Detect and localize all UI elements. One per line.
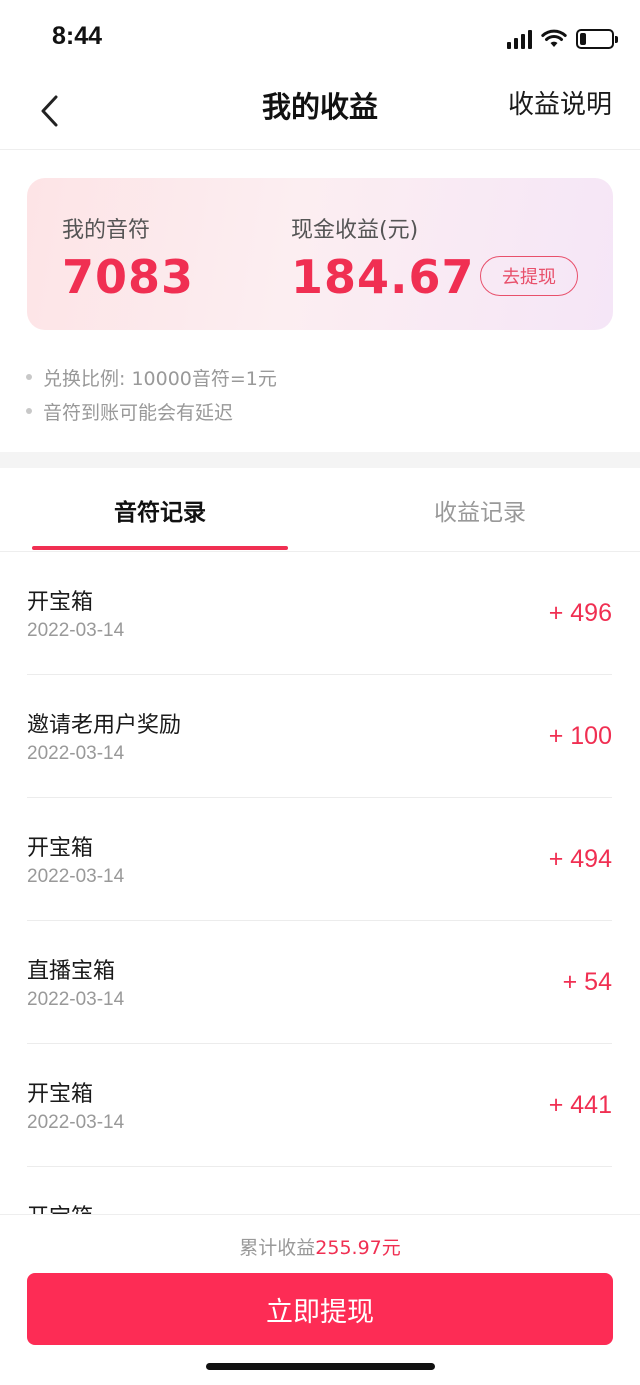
footer-bar: 累计收益255.97元 立即提现	[0, 1214, 640, 1385]
bullet-dot	[26, 374, 32, 380]
note-exchange-rate: 兑换比例: 10000音符=1元	[43, 367, 277, 390]
list-item: 开宝箱 2022-03-14 + 441	[27, 1044, 612, 1167]
wifi-icon	[541, 29, 567, 47]
go-withdraw-button[interactable]: 去提现	[480, 256, 578, 296]
battery-icon	[576, 29, 618, 49]
active-tab-indicator	[32, 546, 288, 550]
record-amount: + 496	[548, 599, 612, 627]
note-item: 兑换比例: 10000音符=1元	[26, 360, 606, 394]
record-amount: + 441	[548, 1091, 612, 1119]
list-item: 直播宝箱 2022-03-14 + 54	[27, 921, 612, 1044]
record-title: 开宝箱	[27, 1082, 94, 1107]
earnings-card: 我的音符 7083 现金收益(元) 184.67 去提现	[27, 178, 613, 330]
record-title: 直播宝箱	[27, 959, 116, 984]
record-date: 2022-03-14	[27, 866, 125, 887]
status-icons	[507, 28, 618, 50]
total-earnings-value: 255.97元	[315, 1237, 401, 1259]
record-date: 2022-03-14	[27, 743, 125, 764]
total-earnings-label: 累计收益	[239, 1237, 316, 1259]
total-earnings: 累计收益255.97元	[0, 1233, 640, 1260]
record-list[interactable]: 开宝箱 2022-03-14 + 496 邀请老用户奖励 2022-03-14 …	[0, 552, 640, 1214]
list-item: 开宝箱 2022-03-14 + 496	[27, 552, 612, 675]
record-title: 开宝箱	[27, 1199, 93, 1214]
notes-balance-value: 7083	[62, 250, 195, 304]
tab-notes-records[interactable]: 音符记录	[0, 468, 320, 552]
withdraw-now-button[interactable]: 立即提现	[27, 1273, 613, 1345]
earnings-explanation-link[interactable]: 收益说明	[508, 84, 612, 121]
list-item: 开宝箱 2022-03-14 + 494	[27, 798, 612, 921]
record-amount: + 100	[548, 722, 612, 750]
tab-earnings-records[interactable]: 收益记录	[320, 468, 640, 552]
bullet-dot	[26, 408, 32, 414]
list-item: 开宝箱	[27, 1167, 612, 1214]
record-amount: + 494	[548, 845, 612, 873]
status-bar: 8:44	[0, 0, 640, 76]
record-date: 2022-03-14	[27, 989, 125, 1010]
note-item: 音符到账可能会有延迟	[26, 394, 606, 428]
list-item: 邀请老用户奖励 2022-03-14 + 100	[27, 675, 612, 798]
section-divider	[0, 452, 640, 468]
cash-earnings-value: 184.67	[291, 250, 475, 304]
record-title: 开宝箱	[27, 836, 94, 861]
nav-bar: 我的收益 收益说明	[0, 76, 640, 150]
record-amount: + 54	[562, 968, 612, 996]
note-delay: 音符到账可能会有延迟	[43, 401, 234, 424]
record-date: 2022-03-14	[27, 1112, 125, 1133]
notes-balance-label: 我的音符	[62, 218, 151, 243]
cellular-signal-icon	[507, 29, 532, 49]
record-tabs: 音符记录 收益记录	[0, 468, 640, 552]
exchange-notes: 兑换比例: 10000音符=1元 音符到账可能会有延迟	[26, 360, 606, 428]
record-title: 开宝箱	[27, 590, 94, 615]
record-title: 邀请老用户奖励	[27, 713, 182, 738]
cash-earnings-label: 现金收益(元)	[291, 218, 419, 243]
status-time: 8:44	[52, 22, 103, 50]
record-date: 2022-03-14	[27, 620, 125, 641]
home-indicator	[206, 1363, 435, 1370]
